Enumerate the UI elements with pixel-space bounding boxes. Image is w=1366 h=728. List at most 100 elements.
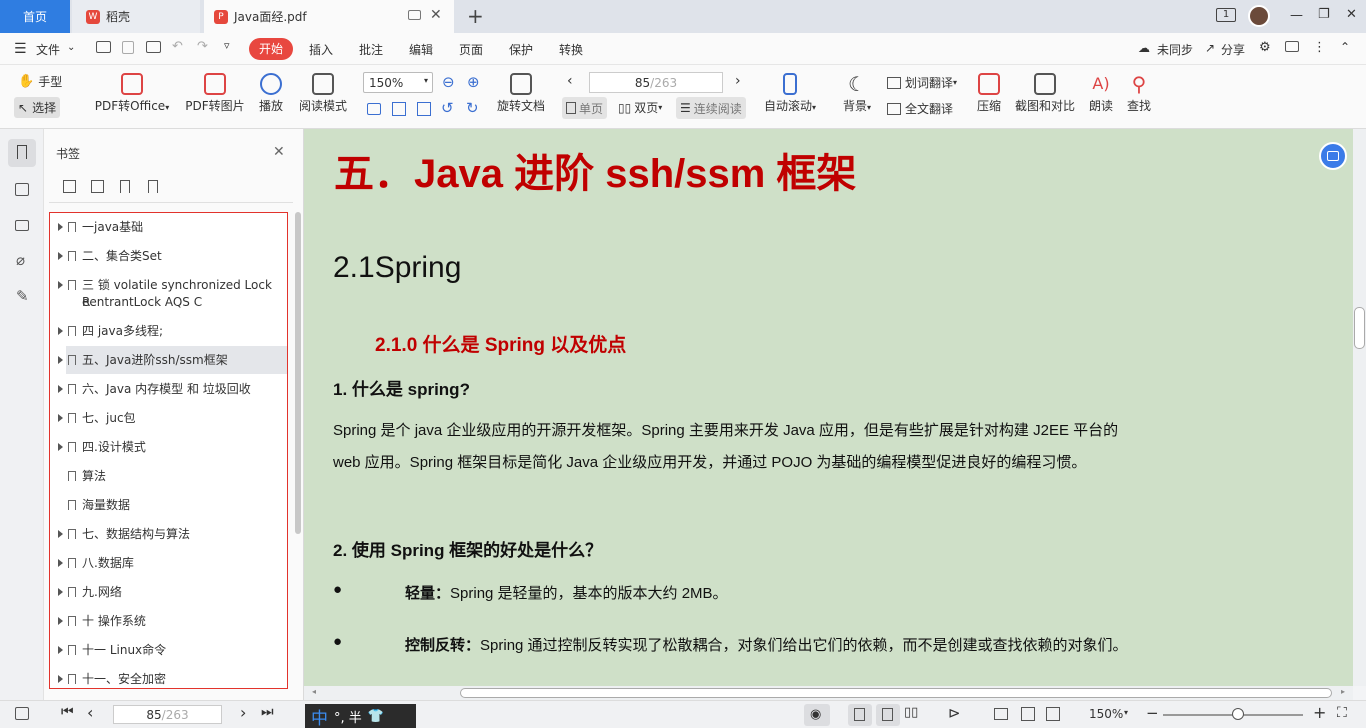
auto-scroll-button[interactable]: 自动滚动▾	[760, 73, 820, 114]
scroll-left-icon[interactable]: ◂	[312, 687, 316, 696]
pdf-to-image-button[interactable]: PDF转图片	[184, 73, 246, 114]
page-number-input[interactable]: 85/263	[589, 72, 723, 93]
last-page-icon[interactable]: ⏭	[261, 704, 274, 720]
menu-page[interactable]: 页面	[459, 41, 483, 58]
comment-panel-button[interactable]	[8, 212, 36, 240]
zoom-slider-thumb[interactable]	[1232, 708, 1244, 720]
more-icon[interactable]: ⋮	[1313, 40, 1326, 55]
minimize-button[interactable]: —	[1290, 8, 1303, 23]
save-icon[interactable]	[122, 41, 134, 54]
sync-status[interactable]: 未同步	[1157, 41, 1193, 58]
collapse-all-icon[interactable]	[91, 180, 104, 193]
chevron-down-icon[interactable]: ▾	[1124, 708, 1128, 717]
expand-arrow-icon[interactable]	[58, 646, 63, 654]
find-button[interactable]: ⚲ 查找	[1125, 73, 1153, 114]
print-icon[interactable]	[146, 41, 161, 53]
first-page-icon[interactable]: ⏮	[61, 704, 74, 720]
full-translate-button[interactable]: 全文翻译	[887, 100, 953, 117]
menu-start[interactable]: 开始	[249, 38, 293, 60]
expand-arrow-icon[interactable]	[58, 281, 63, 289]
collapse-ribbon-icon[interactable]: ⌃	[1340, 40, 1350, 54]
bookmark-scrollbar[interactable]	[295, 212, 301, 534]
tab-window-icon[interactable]	[408, 10, 421, 20]
ime-indicator[interactable]: 中 °, 半 👕	[305, 704, 416, 728]
read-aloud-button[interactable]: A) 朗读	[1087, 73, 1115, 114]
rotate-right-icon[interactable]: ↻	[466, 99, 479, 117]
bookmark-panel-button[interactable]	[8, 139, 36, 167]
close-window-button[interactable]: ✕	[1346, 7, 1357, 22]
compress-button[interactable]: 压缩	[974, 73, 1004, 114]
prev-page-icon[interactable]: ‹	[87, 703, 93, 722]
feedback-icon[interactable]	[1285, 41, 1299, 52]
expand-arrow-icon[interactable]	[58, 443, 63, 451]
vertical-scroll-thumb[interactable]	[1354, 307, 1365, 349]
status-zoom-value[interactable]: 150%	[1089, 707, 1123, 721]
add-bookmark-icon[interactable]	[120, 180, 130, 193]
screenshot-compare-button[interactable]: 截图和对比	[1014, 73, 1076, 114]
rotate-document-button[interactable]: 旋转文档	[495, 73, 547, 114]
restore-button[interactable]: ❐	[1318, 7, 1330, 22]
fit-width-icon[interactable]	[1046, 707, 1060, 721]
continuous-view-button[interactable]	[876, 704, 900, 726]
play-button[interactable]: 播放	[255, 73, 287, 114]
delete-bookmark-icon[interactable]	[148, 180, 158, 193]
expand-arrow-icon[interactable]	[58, 675, 63, 683]
expand-arrow-icon[interactable]	[58, 223, 63, 231]
actual-size-icon[interactable]	[367, 103, 381, 115]
continuous-reading-button[interactable]: ☰ 连续阅读	[676, 97, 746, 119]
zoom-out-icon[interactable]: ⊖	[442, 73, 455, 91]
expand-arrow-icon[interactable]	[58, 327, 63, 335]
double-page-icon[interactable]: ▯▯	[904, 705, 918, 720]
word-translate-button[interactable]: 划词翻译 ▾	[887, 74, 957, 91]
fit-page-icon[interactable]	[1021, 707, 1035, 721]
menu-comment[interactable]: 批注	[359, 41, 383, 58]
horizontal-scrollbar[interactable]: ◂ ▸	[304, 686, 1353, 700]
expand-all-icon[interactable]	[63, 180, 76, 193]
status-page-input[interactable]: 85/263	[113, 705, 222, 724]
rotate-left-icon[interactable]: ↺	[441, 99, 454, 117]
expand-arrow-icon[interactable]	[58, 252, 63, 260]
background-button[interactable]: ☾ 背景▾	[838, 73, 876, 114]
undo-icon[interactable]: ↶	[172, 39, 183, 54]
tab-pdf[interactable]: P Java面经.pdf ✕	[204, 0, 454, 33]
menu-edit[interactable]: 编辑	[409, 41, 433, 58]
share-button[interactable]: 分享	[1221, 41, 1245, 58]
menu-convert[interactable]: 转换	[559, 41, 583, 58]
panel-close-button[interactable]: ✕	[273, 144, 285, 160]
actual-size-icon[interactable]	[994, 708, 1008, 720]
hamburger-icon[interactable]: ☰	[14, 41, 27, 57]
pdf-to-office-button[interactable]: PDF转Office▾	[92, 73, 172, 114]
select-tool-button[interactable]: ↖ 选择	[14, 97, 61, 118]
next-page-icon[interactable]: ›	[240, 703, 246, 722]
horizontal-scroll-thumb[interactable]	[460, 688, 1332, 698]
attachment-panel-button[interactable]: ⌀	[8, 247, 36, 275]
fit-width-icon[interactable]	[417, 102, 431, 116]
signature-panel-button[interactable]: ✎	[8, 283, 36, 311]
expand-arrow-icon[interactable]	[58, 414, 63, 422]
hand-tool-button[interactable]: ✋ 手型	[18, 73, 62, 90]
expand-arrow-icon[interactable]	[58, 356, 63, 364]
tab-home[interactable]: 首页	[0, 0, 70, 33]
zoom-in-icon[interactable]: ⊕	[467, 73, 480, 91]
thumbnail-panel-button[interactable]	[8, 176, 36, 204]
multi-window-badge[interactable]: 1	[1216, 8, 1236, 22]
expand-arrow-icon[interactable]	[58, 559, 63, 567]
floating-tool-button[interactable]	[1319, 142, 1347, 170]
single-page-view-button[interactable]	[848, 704, 872, 726]
expand-arrow-icon[interactable]	[58, 617, 63, 625]
settings-gear-icon[interactable]: ⚙	[1259, 40, 1271, 55]
menu-file[interactable]: 文件	[36, 41, 60, 58]
open-folder-icon[interactable]	[96, 41, 111, 53]
next-page-icon[interactable]: ›	[735, 73, 741, 89]
expand-arrow-icon[interactable]	[58, 588, 63, 596]
tab-docer[interactable]: W 稻壳	[72, 0, 200, 33]
menu-protect[interactable]: 保护	[509, 41, 533, 58]
fit-page-icon[interactable]	[392, 102, 406, 116]
fullscreen-icon[interactable]: ⛶	[1337, 705, 1347, 721]
zoom-in-button[interactable]: +	[1313, 703, 1326, 722]
zoom-select[interactable]: 150% ▾	[363, 72, 433, 93]
expand-arrow-icon[interactable]	[58, 385, 63, 393]
menu-insert[interactable]: 插入	[309, 41, 333, 58]
redo-icon[interactable]: ↷	[197, 39, 208, 54]
toggle-sidebar-icon[interactable]	[15, 707, 29, 720]
